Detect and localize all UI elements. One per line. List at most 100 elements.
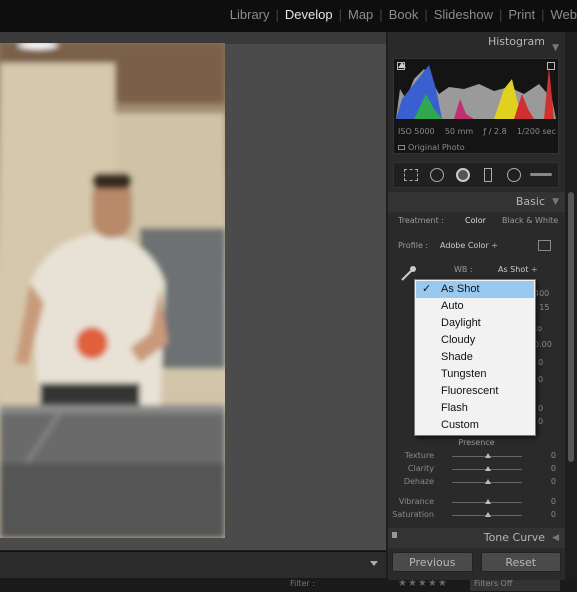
filters-dropdown[interactable]: Filters Off [470, 579, 560, 591]
wb-option-daylight[interactable]: Daylight [416, 315, 534, 332]
slider-knob[interactable] [485, 453, 491, 458]
module-slideshow[interactable]: Slideshow [434, 7, 493, 22]
wb-label: WB : [454, 265, 473, 274]
slider-value[interactable]: 0 [551, 451, 556, 460]
histogram-header[interactable]: Histogram ▼ [388, 32, 565, 53]
wb-option-label: Auto [441, 300, 464, 312]
wb-option-label: Fluorescent [441, 385, 499, 397]
module-map[interactable]: Map [348, 7, 373, 22]
histogram-graph [394, 59, 558, 121]
exposure-value: 0.00 [534, 340, 552, 349]
treatment-color[interactable]: Color [465, 216, 486, 225]
wb-option-flash[interactable]: Flash [416, 400, 534, 417]
slider-value[interactable]: 0 [551, 510, 556, 519]
toolbar [0, 551, 386, 578]
slider-value[interactable]: 0 [551, 497, 556, 506]
basic-title: Basic [515, 195, 545, 208]
scrollbar-thumb[interactable] [568, 192, 574, 462]
module-print[interactable]: Print [508, 7, 535, 22]
wb-option-tungsten[interactable]: Tungsten [416, 366, 534, 383]
slider-knob[interactable] [485, 499, 491, 504]
slider-label: Clarity [407, 464, 434, 473]
wb-option-label: Shade [441, 351, 473, 363]
graduated-filter-icon[interactable] [484, 168, 492, 182]
iso-value: ISO 5000 [398, 127, 435, 136]
tool-strip [393, 162, 559, 188]
profile-browser-icon[interactable] [538, 240, 551, 251]
collapse-icon[interactable]: ▼ [552, 38, 559, 58]
wb-option-custom[interactable]: Custom [416, 417, 534, 434]
photo-image [0, 43, 225, 538]
filter-bar: Filter : ★★★★★ Filters Off [0, 578, 577, 592]
focal-length: 50 mm [444, 127, 474, 136]
histogram-title: Histogram [487, 35, 545, 48]
check-icon: ✓ [422, 283, 432, 295]
slider-knob[interactable] [485, 466, 491, 471]
brush-icon[interactable] [530, 173, 552, 176]
aperture: ƒ / 2.8 [483, 127, 507, 136]
basic-panel-header[interactable]: Basic ▼ [388, 192, 565, 212]
crop-icon[interactable] [404, 169, 418, 181]
wb-option-label: Daylight [441, 317, 481, 329]
wb-dropdown-menu[interactable]: ✓ As Shot Auto Daylight Cloudy Shade Tung… [414, 279, 536, 436]
profile-value[interactable]: Adobe Color ÷ [440, 241, 498, 250]
module-book[interactable]: Book [389, 7, 419, 22]
highlight-clipping-icon[interactable] [547, 62, 555, 70]
photo-icon [398, 145, 405, 150]
previous-button[interactable]: Previous [392, 552, 473, 572]
histogram[interactable]: ISO 5000 50 mm ƒ / 2.8 1/200 sec Origina… [393, 58, 559, 154]
module-bar: Library | Develop | Map | Book | Slideshow | … [0, 0, 577, 32]
slider-value[interactable]: 0 [551, 477, 556, 486]
reset-button[interactable]: Reset [480, 552, 561, 572]
wb-option-label: Custom [441, 419, 479, 431]
module-library[interactable]: Library [230, 7, 270, 22]
wb-value[interactable]: As Shot ÷ [498, 265, 538, 274]
profile-label: Profile : [398, 241, 429, 250]
wb-option-cloudy[interactable]: Cloudy [416, 332, 534, 349]
wb-option-label: Tungsten [441, 368, 487, 380]
module-web[interactable]: Web [551, 7, 577, 22]
spot-removal-icon[interactable] [430, 168, 444, 182]
wb-option-as-shot[interactable]: ✓ As Shot [416, 281, 534, 298]
red-eye-icon[interactable] [456, 168, 470, 182]
shadow-clipping-icon[interactable] [397, 62, 405, 70]
module-picker: Library | Develop | Map | Book | Slideshow | … [229, 7, 577, 22]
temp-value: 400 [534, 289, 550, 298]
shutter-speed: 1/200 sec [516, 127, 556, 136]
module-develop[interactable]: Develop [285, 7, 333, 22]
panel-scrollbar[interactable] [566, 32, 577, 580]
wb-option-label: As Shot [441, 283, 480, 295]
slider-value-hidden: 0 [538, 417, 544, 426]
photo-preview[interactable] [0, 43, 225, 538]
original-photo-text: Original Photo [408, 143, 465, 152]
dehaze-slider[interactable]: Dehaze 0 [392, 477, 560, 489]
vibrance-slider[interactable]: Vibrance 0 [392, 497, 560, 509]
radial-filter-icon[interactable] [507, 168, 521, 182]
panel-switch-icon[interactable] [392, 532, 397, 538]
toolbar-menu-icon[interactable] [370, 561, 378, 566]
slider-label: Dehaze [403, 477, 434, 486]
action-buttons: Previous Reset [388, 552, 565, 576]
slider-knob[interactable] [485, 512, 491, 517]
basic-collapse-icon[interactable]: ▼ [552, 197, 559, 207]
slider-value-hidden: 0 [538, 358, 544, 367]
slider-value-hidden: 0 [538, 375, 544, 384]
saturation-slider[interactable]: Saturation 0 [392, 510, 560, 522]
wb-option-auto[interactable]: Auto [416, 298, 534, 315]
exif-info: ISO 5000 50 mm ƒ / 2.8 1/200 sec [394, 127, 560, 136]
wb-option-label: Flash [441, 402, 468, 414]
tone-curve-header[interactable]: Tone Curve ◀ [388, 528, 565, 548]
treatment-label: Treatment : [398, 216, 444, 225]
wb-option-shade[interactable]: Shade [416, 349, 534, 366]
clarity-slider[interactable]: Clarity 0 [392, 464, 560, 476]
tone-curve-expand-icon[interactable]: ◀ [552, 533, 559, 543]
slider-knob[interactable] [485, 479, 491, 484]
wb-option-fluorescent[interactable]: Fluorescent [416, 383, 534, 400]
slider-value[interactable]: 0 [551, 464, 556, 473]
slider-label: Texture [404, 451, 434, 460]
treatment-bw[interactable]: Black & White [502, 216, 558, 225]
tone-curve-title: Tone Curve [483, 531, 545, 544]
slider-label: Saturation [392, 510, 434, 519]
texture-slider[interactable]: Texture 0 [392, 451, 560, 463]
slider-value-hidden: 0 [538, 404, 544, 413]
